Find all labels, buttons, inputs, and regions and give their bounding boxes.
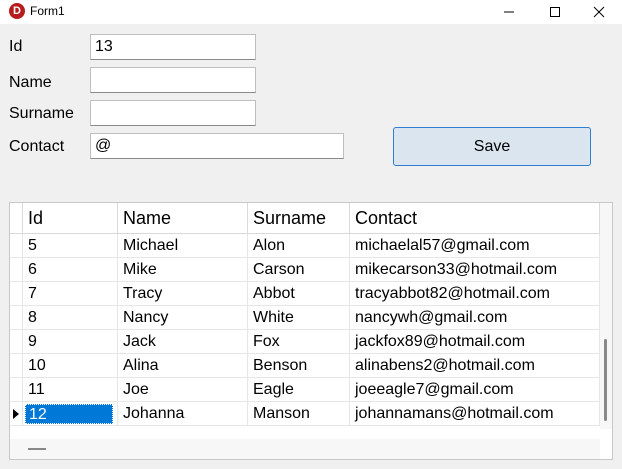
cell-id[interactable]: 11	[23, 378, 118, 402]
current-row-arrow-icon	[13, 409, 19, 419]
cell-surname[interactable]: Carson	[248, 258, 350, 282]
cell-id[interactable]: 8	[23, 306, 118, 330]
cell-contact[interactable]: michaelal57@gmail.com	[350, 234, 600, 258]
cell-surname[interactable]: Alon	[248, 234, 350, 258]
cell-contact[interactable]: nancywh@gmail.com	[350, 306, 600, 330]
table-row[interactable]: 9 Jack Fox jackfox89@hotmail.com	[10, 330, 600, 354]
table-row[interactable]: 8 Nancy White nancywh@gmail.com	[10, 306, 600, 330]
maximize-icon	[550, 7, 560, 17]
header-indicator	[10, 203, 23, 234]
row-indicator[interactable]	[10, 234, 23, 258]
cell-id[interactable]: 10	[23, 354, 118, 378]
close-button[interactable]	[576, 0, 622, 24]
horizontal-scrollbar[interactable]	[10, 439, 600, 459]
row-indicator[interactable]	[10, 258, 23, 282]
cell-name[interactable]: Alina	[118, 354, 248, 378]
cell-surname[interactable]: Fox	[248, 330, 350, 354]
row-indicator[interactable]	[10, 378, 23, 402]
selected-cell-id[interactable]: 12	[25, 404, 113, 424]
cell-id[interactable]: 5	[23, 234, 118, 258]
table-row[interactable]: 10 Alina Benson alinabens2@hotmail.com	[10, 354, 600, 378]
column-header-name[interactable]: Name	[118, 203, 248, 234]
contact-field[interactable]	[90, 133, 344, 159]
table-row[interactable]: 5 Michael Alon michaelal57@gmail.com	[10, 234, 600, 258]
surname-field[interactable]	[90, 100, 256, 126]
cell-surname[interactable]: White	[248, 306, 350, 330]
cell-name[interactable]: Nancy	[118, 306, 248, 330]
minimize-button[interactable]	[486, 0, 532, 24]
cell-name[interactable]: Michael	[118, 234, 248, 258]
app-icon: D	[9, 3, 25, 19]
cell-name[interactable]: Tracy	[118, 282, 248, 306]
cell-contact[interactable]: tracyabbot82@hotmail.com	[350, 282, 600, 306]
row-indicator[interactable]	[10, 282, 23, 306]
cell-contact[interactable]: johannamans@hotmail.com	[350, 402, 600, 426]
column-header-contact[interactable]: Contact	[350, 203, 600, 234]
cell-contact[interactable]: joeeagle7@gmail.com	[350, 378, 600, 402]
id-label: Id	[9, 38, 23, 55]
id-field[interactable]	[90, 34, 256, 60]
close-icon	[593, 6, 605, 18]
maximize-button[interactable]	[532, 0, 578, 24]
cell-contact[interactable]: mikecarson33@hotmail.com	[350, 258, 600, 282]
cell-id[interactable]: 7	[23, 282, 118, 306]
cell-name[interactable]: Joe	[118, 378, 248, 402]
cell-surname[interactable]: Benson	[248, 354, 350, 378]
cell-name[interactable]: Jack	[118, 330, 248, 354]
data-grid[interactable]: Id Name Surname Contact 5 Michael Alon m…	[9, 202, 613, 460]
row-indicator[interactable]	[10, 402, 23, 426]
window-title: Form1	[30, 4, 65, 18]
horizontal-scroll-thumb[interactable]	[28, 448, 46, 450]
cell-surname[interactable]: Abbot	[248, 282, 350, 306]
vertical-scrollbar[interactable]	[600, 203, 612, 429]
name-label: Name	[9, 74, 52, 91]
cell-contact[interactable]: alinabens2@hotmail.com	[350, 354, 600, 378]
grid-header: Id Name Surname Contact	[10, 203, 600, 234]
title-bar[interactable]: D Form1	[0, 0, 622, 24]
table-row-selected[interactable]: 12 Johanna Manson johannamans@hotmail.co…	[10, 402, 600, 426]
table-row[interactable]: 7 Tracy Abbot tracyabbot82@hotmail.com	[10, 282, 600, 306]
cell-surname[interactable]: Manson	[248, 402, 350, 426]
save-button[interactable]: Save	[393, 127, 591, 166]
surname-label: Surname	[9, 105, 74, 122]
table-row[interactable]: 6 Mike Carson mikecarson33@hotmail.com	[10, 258, 600, 282]
row-indicator[interactable]	[10, 330, 23, 354]
cell-name[interactable]: Mike	[118, 258, 248, 282]
row-indicator[interactable]	[10, 354, 23, 378]
column-header-surname[interactable]: Surname	[248, 203, 350, 234]
vertical-scroll-thumb[interactable]	[604, 339, 607, 421]
table-row[interactable]: 11 Joe Eagle joeeagle7@gmail.com	[10, 378, 600, 402]
cell-id[interactable]: 6	[23, 258, 118, 282]
cell-surname[interactable]: Eagle	[248, 378, 350, 402]
column-header-id[interactable]: Id	[23, 203, 118, 234]
cell-contact[interactable]: jackfox89@hotmail.com	[350, 330, 600, 354]
name-field[interactable]	[90, 67, 256, 93]
row-indicator[interactable]	[10, 306, 23, 330]
minimize-icon	[504, 11, 514, 13]
cell-id[interactable]: 9	[23, 330, 118, 354]
contact-label: Contact	[9, 138, 65, 155]
cell-name[interactable]: Johanna	[118, 402, 248, 426]
